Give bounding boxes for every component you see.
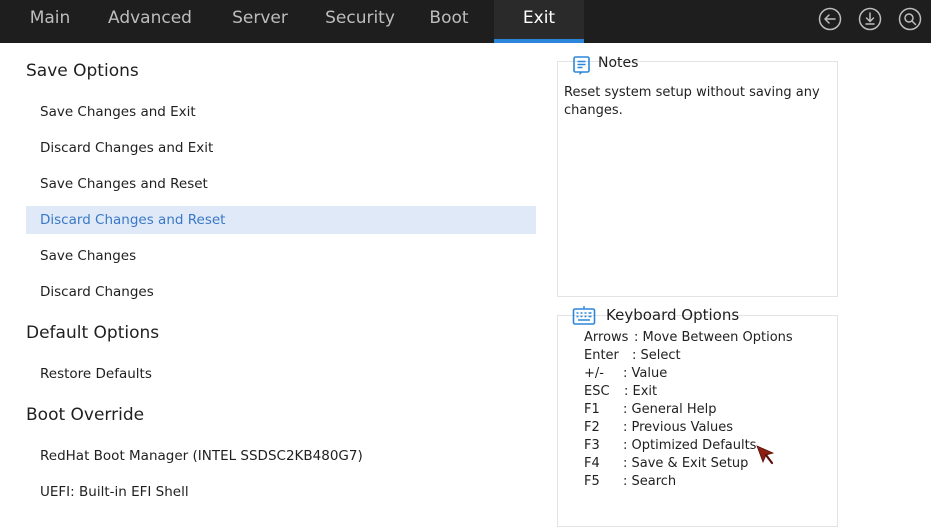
back-icon[interactable]	[818, 7, 842, 31]
keyboard-icon	[572, 305, 596, 327]
kb-row-f3: F3 : Optimized Defaults	[584, 437, 756, 455]
menu-item-save-changes-and-reset[interactable]: Save Changes and Reset	[26, 170, 536, 198]
kb-desc: : Exit	[624, 384, 658, 399]
kb-desc: : Previous Values	[623, 420, 734, 435]
kb-row-f2: F2 : Previous Values	[584, 419, 733, 437]
notes-text: Reset system setup without saving any ch…	[564, 85, 820, 118]
kb-key: Arrows	[584, 330, 629, 345]
kb-desc: : Value	[623, 366, 668, 381]
kb-desc: : Save & Exit Setup	[623, 456, 749, 471]
kb-key: F2	[584, 420, 600, 435]
notes-icon	[571, 54, 593, 76]
tab-main[interactable]: Main	[14, 0, 86, 43]
section-title-default-options: Default Options	[26, 323, 160, 343]
kb-desc: : General Help	[623, 402, 717, 417]
menu-item-save-changes[interactable]: Save Changes	[26, 242, 536, 270]
mouse-cursor-icon	[756, 445, 776, 467]
menu-item-discard-changes[interactable]: Discard Changes	[26, 278, 536, 306]
kb-key: F4	[584, 456, 600, 471]
kb-row-f5: F5 : Search	[584, 473, 676, 491]
kb-key: F3	[584, 438, 600, 453]
section-title-save-options: Save Options	[26, 61, 139, 81]
tab-server[interactable]: Server	[220, 0, 300, 43]
kb-row-enter: Enter : Select	[584, 347, 681, 365]
kb-key: ESC	[584, 384, 610, 399]
menu-item-uefi-efi-shell[interactable]: UEFI: Built-in EFI Shell	[26, 478, 536, 506]
kb-key: +/-	[584, 366, 604, 381]
kb-key: Enter	[584, 348, 619, 363]
download-icon[interactable]	[858, 7, 882, 31]
tab-advanced[interactable]: Advanced	[100, 0, 200, 43]
section-title-boot-override: Boot Override	[26, 405, 145, 425]
kb-desc: : Move Between Options	[634, 330, 793, 345]
menu-item-redhat-boot-manager[interactable]: RedHat Boot Manager (INTEL SSDSC2KB480G7…	[26, 442, 536, 470]
tab-exit[interactable]: Exit	[494, 0, 584, 43]
menu-item-save-changes-and-exit[interactable]: Save Changes and Exit	[26, 98, 536, 126]
tab-boot[interactable]: Boot	[418, 0, 480, 43]
menu-item-restore-defaults[interactable]: Restore Defaults	[26, 360, 536, 388]
kb-desc: : Optimized Defaults	[623, 438, 757, 453]
kb-key: F5	[584, 474, 600, 489]
kb-desc: : Select	[632, 348, 681, 363]
tab-security[interactable]: Security	[318, 0, 402, 43]
menu-item-discard-changes-and-exit[interactable]: Discard Changes and Exit	[26, 134, 536, 162]
kb-desc: : Search	[623, 474, 677, 489]
menu-item-discard-changes-and-reset[interactable]: Discard Changes and Reset	[26, 206, 536, 234]
kb-key: F1	[584, 402, 600, 417]
kb-row-plus-minus: +/- : Value	[584, 365, 667, 383]
keyboard-options-title: Keyboard Options	[606, 306, 740, 324]
kb-row-esc: ESC : Exit	[584, 383, 657, 401]
notes-title: Notes	[598, 55, 639, 71]
search-icon[interactable]	[898, 7, 922, 31]
kb-row-arrows: Arrows : Move Between Options	[584, 329, 793, 347]
top-nav-bar: Main Advanced Server Security Boot Exit	[0, 0, 931, 43]
kb-row-f1: F1 : General Help	[584, 401, 717, 419]
kb-row-f4: F4 : Save & Exit Setup	[584, 455, 748, 473]
